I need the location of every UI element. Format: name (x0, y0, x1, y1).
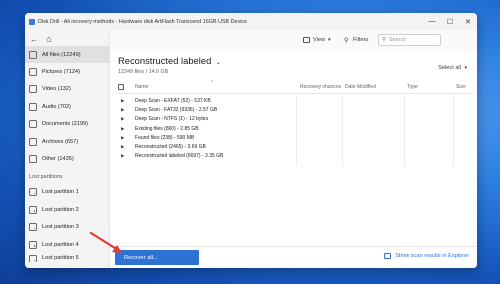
sidebar-item-documents[interactable]: Documents (2199) (25, 116, 110, 133)
sidebar-item-label: Audio (702) (42, 103, 71, 110)
column-recovery-chances[interactable]: Recovery chances (300, 84, 341, 90)
red-arrow-annotation (89, 231, 122, 253)
sort-up-icon: ⌃ (210, 80, 215, 86)
sidebar-item-label: Lost partition 2 (42, 206, 79, 213)
results-table: Name ⌃ Recovery chances Date Modified Ty… (116, 80, 471, 166)
search-input[interactable]: ⚲ Search (378, 34, 441, 46)
table-row[interactable]: ▶ Deep Scan - EXFAT (52) - 537 KB (116, 96, 471, 105)
sidebar-item-label: Lost partition 3 (42, 224, 79, 231)
picture-icon (29, 68, 37, 77)
chevron-down-icon: ▾ (328, 37, 331, 43)
page-title-text: Reconstructed labeled (118, 55, 212, 66)
sidebar-item-pictures[interactable]: Pictures (7124) (25, 63, 110, 80)
expand-arrow-icon[interactable]: ▶ (121, 153, 125, 159)
sidebar-item-label: Other (1435) (42, 156, 74, 163)
select-all-checkbox[interactable] (118, 84, 124, 90)
arrow-shaft (89, 231, 120, 252)
video-icon (29, 85, 37, 94)
row-name: Found files (238) - 590 MB (135, 134, 195, 141)
title-bar: Disk Drill - All recovery methods - Hard… (25, 13, 477, 30)
sidebar-item-other[interactable]: Other (1435) (25, 150, 110, 167)
archive-icon (29, 137, 37, 146)
sidebar-item-archives[interactable]: Archives (657) (25, 133, 110, 150)
audio-icon (29, 102, 37, 111)
maximize-button[interactable]: ☐ (441, 13, 459, 30)
sidebar-item-label: Archives (657) (42, 138, 79, 145)
app-icon (29, 18, 35, 25)
search-placeholder: Search (389, 37, 407, 43)
expand-arrow-icon[interactable]: ▶ (121, 98, 125, 104)
home-icon[interactable]: ⌂ (41, 32, 57, 46)
row-name: Existing files (860) - 2.85 GB (135, 125, 199, 132)
row-name: Reconstructed labeled (6697) - 3.35 GB (135, 153, 224, 160)
row-name: Deep Scan - FAT32 (9336) - 2.57 GB (135, 106, 218, 113)
expand-arrow-icon[interactable]: ▶ (121, 116, 125, 122)
table-row[interactable]: ▶ Deep Scan - NTFS (1) - 12 bytes (116, 115, 471, 124)
window-controls: — ☐ ✕ (423, 13, 477, 30)
sidebar-item-label: Lost partition 1 (42, 189, 79, 196)
sidebar-item-label: Lost partition 4 (42, 241, 79, 248)
filters-label: Filters (353, 37, 369, 43)
sidebar-item-video[interactable]: Video (132) (25, 81, 110, 98)
view-button[interactable]: View ▾ (303, 34, 331, 46)
column-size[interactable]: Size (456, 84, 466, 90)
column-name[interactable]: Name (135, 84, 148, 90)
chevron-down-icon: ▾ (464, 65, 467, 71)
drive-icon (29, 255, 37, 263)
search-icon: ⚲ (382, 37, 387, 43)
table-body: ▶ Deep Scan - EXFAT (52) - 537 KB ▶ Deep… (116, 94, 471, 161)
table-row[interactable]: ▶ Found files (238) - 590 MB (116, 133, 471, 142)
expand-arrow-icon[interactable]: ▶ (121, 107, 125, 113)
table-header: Name ⌃ Recovery chances Date Modified Ty… (116, 80, 471, 94)
lost-partitions-heading: Lost partitions (29, 173, 63, 180)
view-icon (303, 37, 310, 43)
main-panel: Reconstructed labeled ⌄ 12249 files / 14… (110, 51, 477, 268)
file-count-summary: 12249 files / 14.0 GB (118, 69, 169, 75)
expand-arrow-icon[interactable]: ▶ (121, 126, 125, 132)
drive-icon (29, 205, 37, 214)
drive-icon (29, 240, 37, 249)
table-row[interactable]: ▶ Reconstructed (2465) - 3.69 GB (116, 142, 471, 151)
minimize-button[interactable]: — (423, 13, 441, 30)
expand-arrow-icon[interactable]: ▶ (121, 144, 125, 150)
sidebar-item-lost-partition-2[interactable]: Lost partition 2 (25, 201, 110, 218)
other-files-icon (29, 155, 37, 164)
explorer-icon (384, 253, 392, 259)
row-name: Reconstructed (2465) - 3.69 GB (135, 144, 206, 151)
table-row[interactable]: ▶ Existing files (860) - 2.85 GB (116, 124, 471, 133)
page-title[interactable]: Reconstructed labeled ⌄ (118, 55, 221, 66)
close-button[interactable]: ✕ (459, 13, 477, 30)
filter-icon: ⚲ (344, 37, 349, 44)
window-title: Disk Drill - All recovery methods - Hard… (38, 18, 248, 25)
explorer-link-label: Show scan results in Explorer (395, 253, 469, 259)
sidebar-item-label: All files (12249) (42, 51, 81, 58)
table-row[interactable]: ▶ Reconstructed labeled (6697) - 3.35 GB (116, 152, 471, 161)
sidebar-item-label: Video (132) (42, 86, 71, 93)
column-date-modified[interactable]: Date Modified (345, 84, 376, 90)
sidebar-item-label: Lost partition 5 (42, 255, 79, 262)
sidebar-item-all-files[interactable]: All files (12249) (25, 46, 110, 64)
row-name: Deep Scan - NTFS (1) - 12 bytes (135, 116, 209, 123)
select-all-label: Select all (438, 65, 461, 71)
back-arrow-icon[interactable]: ← (29, 32, 39, 46)
filters-button[interactable]: ⚲ Filters (344, 34, 368, 46)
document-icon (29, 120, 37, 129)
row-name: Deep Scan - EXFAT (52) - 537 KB (135, 97, 211, 104)
table-row[interactable]: ▶ Deep Scan - FAT32 (9336) - 2.57 GB (116, 105, 471, 114)
toolbar: View ▾ ⚲ Filters ⚲ Search (110, 30, 477, 51)
drive-icon (29, 188, 37, 197)
expand-arrow-icon[interactable]: ▶ (121, 135, 125, 141)
sidebar-item-lost-partition-1[interactable]: Lost partition 1 (25, 184, 110, 201)
sidebar-item-label: Pictures (7124) (42, 69, 80, 76)
files-icon (29, 50, 37, 59)
column-type[interactable]: Type (407, 84, 418, 90)
sidebar-item-audio[interactable]: Audio (702) (25, 98, 110, 115)
select-all-dropdown[interactable]: Select all ▾ (438, 65, 467, 71)
bottom-bar: Recover all... Show scan results in Expl… (110, 246, 477, 268)
drive-icon (29, 223, 37, 232)
chevron-down-icon: ⌄ (215, 60, 221, 66)
sidebar-item-label: Documents (2199) (42, 121, 89, 128)
show-in-explorer-link[interactable]: Show scan results in Explorer (384, 253, 469, 259)
view-label: View (313, 37, 326, 43)
